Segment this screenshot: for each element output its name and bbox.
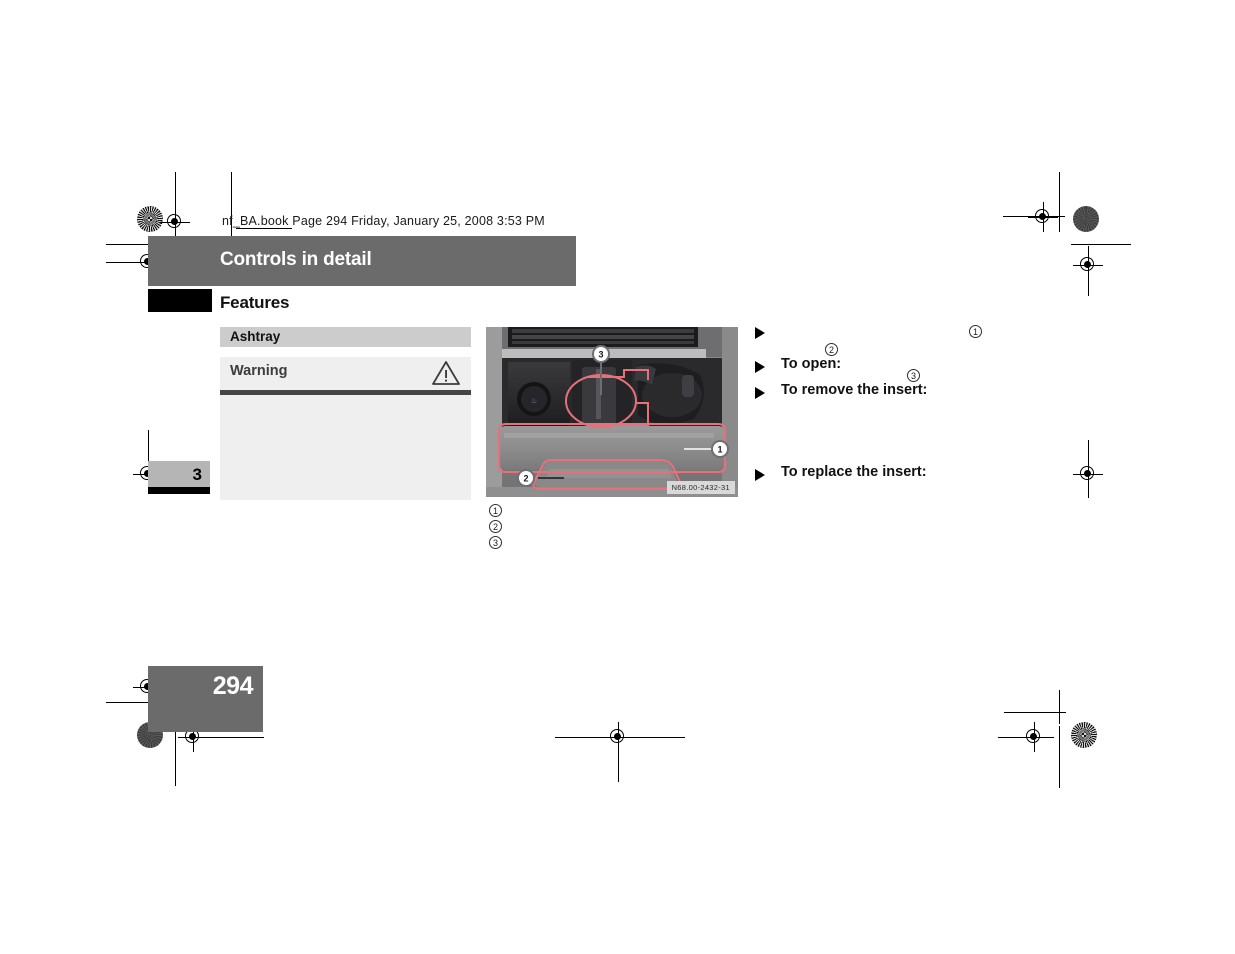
crop-line <box>998 737 1054 738</box>
instruction-step <box>755 322 1055 356</box>
instruction-step: To remove the insert: <box>755 382 1055 408</box>
triangle-bullet-icon <box>755 469 765 481</box>
svg-text:2: 2 <box>523 474 528 484</box>
inline-reference-number: 1 <box>969 325 982 338</box>
instruction-step: To replace the insert: <box>755 464 1055 490</box>
chapter-thumb-index[interactable]: 3 <box>148 461 210 487</box>
warning-label: Warning <box>230 363 288 379</box>
crop-line <box>1059 726 1060 788</box>
warning-box-header: Warning <box>220 357 471 390</box>
warning-box: Warning <box>220 357 471 500</box>
page-number-block: 294 <box>148 666 263 732</box>
legend-number: 3 <box>489 536 502 549</box>
instruction-step-label: To open: <box>781 356 842 372</box>
triangle-bullet-icon <box>755 327 765 339</box>
svg-text:1: 1 <box>717 445 722 455</box>
chapter-thumb-shadow <box>148 487 210 494</box>
instruction-step-label: To replace the insert: <box>781 464 927 480</box>
instruction-list: To open: To remove the insert: To replac… <box>755 322 1055 490</box>
warning-body-text <box>220 395 471 500</box>
svg-text:3: 3 <box>598 350 603 360</box>
section-black-tab <box>148 289 212 312</box>
registration-target-icon <box>1028 202 1058 232</box>
inline-reference-number: 2 <box>825 343 838 356</box>
crop-line <box>1004 712 1066 713</box>
ashtray-panel-heading-bar: Ashtray <box>220 327 471 347</box>
chapter-thumb-number: 3 <box>192 465 202 484</box>
inline-reference-number: 3 <box>907 369 920 382</box>
figure-code: N68.00-2432-31 <box>666 481 735 494</box>
ashtray-figure-photo: ♨ 3 1 2 N68.00-2432-31 <box>486 327 738 497</box>
registration-target-icon <box>1073 459 1103 489</box>
chapter-header-title: Controls in detail <box>220 249 372 270</box>
section-title: Features <box>220 293 290 312</box>
warning-triangle-icon <box>431 360 461 386</box>
legend-item: 1 <box>489 501 729 517</box>
svg-text:♨: ♨ <box>531 397 537 405</box>
instruction-step: To open: <box>755 356 1055 382</box>
crop-line <box>618 722 619 782</box>
page-number: 294 <box>212 672 254 700</box>
triangle-bullet-icon <box>755 387 765 399</box>
star-registration-mark <box>1071 722 1097 748</box>
crop-line <box>231 172 232 240</box>
chapter-header-band: Controls in detail <box>148 236 576 286</box>
legend-item: 2 <box>489 517 729 533</box>
legend-item: 3 <box>489 533 729 549</box>
legend-number: 2 <box>489 520 502 533</box>
crop-line <box>555 737 685 738</box>
crop-line <box>1059 172 1060 232</box>
ashtray-panel-heading: Ashtray <box>230 329 281 344</box>
figure-legend: 1 2 3 <box>489 501 729 549</box>
triangle-bullet-icon <box>755 361 765 373</box>
registration-target-icon <box>1073 250 1103 280</box>
instruction-step-label: To remove the insert: <box>781 382 928 398</box>
crop-line <box>1059 690 1060 724</box>
ashtray-panel: Ashtray Warning <box>220 327 471 500</box>
crop-line <box>208 737 264 738</box>
crop-line <box>1071 244 1131 245</box>
book-file-stamp: nf_BA.book Page 294 Friday, January 25, … <box>222 214 545 228</box>
page-canvas: nf_BA.book Page 294 Friday, January 25, … <box>0 0 1235 954</box>
density-patch-mark <box>1073 206 1099 232</box>
legend-number: 1 <box>489 504 502 517</box>
registration-target-icon <box>160 207 190 237</box>
ashtray-figure-illustration: ♨ 3 1 2 <box>486 327 738 497</box>
crop-line <box>236 228 292 229</box>
